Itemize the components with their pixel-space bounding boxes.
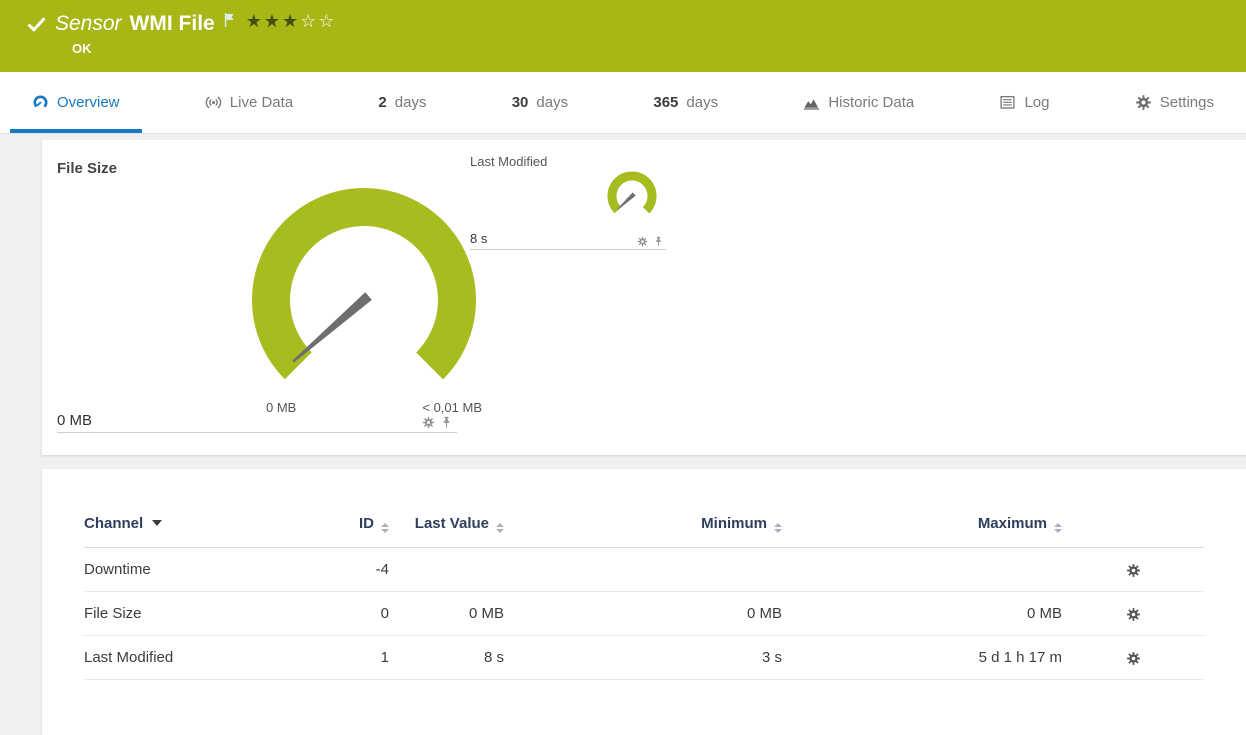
- last-modified-pin-icon[interactable]: [653, 236, 664, 247]
- sensor-kind-label: Sensor: [55, 12, 122, 35]
- column-header-channel[interactable]: Channel: [84, 509, 314, 548]
- column-header-last-value-label: Last Value: [414, 515, 489, 532]
- column-header-maximum-label: Maximum: [977, 515, 1047, 532]
- tab-historic-data-label: Historic Data: [828, 94, 915, 111]
- channel-settings-gear-icon[interactable]: [1126, 651, 1141, 666]
- last-modified-gauge-title: Last Modified: [470, 154, 548, 169]
- tab-365-days[interactable]: 365 days: [631, 72, 740, 133]
- tab-historic-data[interactable]: Historic Data: [781, 72, 936, 133]
- tab-2-days-label: days: [394, 94, 427, 111]
- column-header-minimum[interactable]: Minimum: [504, 509, 782, 548]
- tab-log[interactable]: Log: [977, 72, 1071, 133]
- channels-table-header-row: Channel ID Last Value Minimum Maximum: [84, 509, 1204, 548]
- column-header-id-label: ID: [359, 515, 374, 532]
- file-size-gauge-title: File Size: [57, 160, 118, 177]
- tab-bar: Overview Live Data 2 days 30 days 365 da…: [0, 72, 1246, 134]
- cell-minimum: 0 MB: [746, 605, 782, 622]
- file-size-settings-gear-icon[interactable]: [422, 416, 435, 429]
- file-size-current-value: 0 MB: [57, 412, 93, 429]
- sensor-title: WMI File: [129, 12, 215, 35]
- tab-settings[interactable]: Settings: [1113, 72, 1236, 133]
- live-data-broadcast-icon: [205, 96, 222, 109]
- status-ok-check-icon: [27, 12, 46, 32]
- cell-last-value: 0 MB: [468, 605, 504, 622]
- tab-log-label: Log: [1024, 94, 1050, 111]
- last-value-sort-icon: [496, 523, 504, 533]
- tab-365-days-number: 365: [653, 94, 679, 111]
- last-modified-gauge: Last Modified 8 s: [470, 154, 666, 250]
- cell-id: 0: [380, 605, 389, 622]
- sensor-header: Sensor WMI File ★★★☆☆ OK: [0, 0, 1246, 72]
- sensor-header-row: Sensor WMI File ★★★☆☆: [0, 0, 1246, 36]
- file-size-gauge-dial: [252, 188, 476, 412]
- stars-empty: ☆☆: [300, 10, 337, 31]
- table-row-file-size: File Size 0 0 MB 0 MB 0 MB: [84, 592, 1204, 636]
- cell-last-value: 8 s: [483, 649, 504, 666]
- stars-filled: ★★★: [245, 10, 301, 31]
- tab-30-days-label: days: [536, 94, 569, 111]
- cell-id: -4: [375, 561, 389, 578]
- minimum-sort-icon: [774, 523, 782, 533]
- column-header-maximum[interactable]: Maximum: [782, 509, 1062, 548]
- column-header-minimum-label: Minimum: [701, 515, 767, 532]
- table-row-last-modified: Last Modified 1 8 s 3 s 5 d 1 h 17 m: [84, 636, 1204, 680]
- cell-channel: Downtime: [84, 561, 151, 578]
- last-modified-settings-gear-icon[interactable]: [637, 236, 648, 247]
- column-header-id[interactable]: ID: [314, 509, 389, 548]
- cell-id: 1: [380, 649, 389, 666]
- column-header-actions: [1062, 509, 1204, 548]
- file-size-value-row: 0 MB: [57, 403, 457, 433]
- cell-minimum: [504, 548, 782, 592]
- tab-overview-label: Overview: [57, 94, 120, 111]
- cell-maximum: [782, 548, 1062, 592]
- cell-channel: File Size: [84, 605, 142, 622]
- tab-overview[interactable]: Overview: [10, 72, 142, 133]
- overview-gauge-icon: [33, 95, 48, 110]
- table-row-downtime: Downtime -4: [84, 548, 1204, 592]
- file-size-actions: [422, 416, 453, 429]
- maximum-sort-icon: [1054, 523, 1062, 533]
- column-header-last-value[interactable]: Last Value: [389, 509, 504, 548]
- historic-data-chart-icon: [804, 99, 820, 110]
- cell-last-value: [389, 548, 504, 592]
- main-content: File Size 0 MB < 0,01 MB 0 MB Last Modif…: [0, 134, 1246, 735]
- tab-live-data[interactable]: Live Data: [183, 72, 315, 133]
- tab-live-data-label: Live Data: [229, 94, 294, 111]
- cell-channel: Last Modified: [84, 649, 174, 666]
- gauges-panel: File Size 0 MB < 0,01 MB 0 MB Last Modif…: [42, 140, 1246, 455]
- last-modified-gauge-dial: [607, 171, 657, 221]
- channels-panel: Channel ID Last Value Minimum Maximum Do…: [42, 469, 1246, 735]
- tab-30-days[interactable]: 30 days: [490, 72, 590, 133]
- file-size-pin-icon[interactable]: [440, 416, 453, 429]
- sensor-status-badge: OK: [72, 41, 92, 56]
- tab-2-days-number: 2: [378, 94, 387, 111]
- channel-settings-gear-icon[interactable]: [1126, 607, 1141, 622]
- channel-sort-caret-icon: [152, 520, 163, 526]
- channel-settings-gear-icon[interactable]: [1126, 563, 1141, 578]
- channels-table: Channel ID Last Value Minimum Maximum Do…: [84, 509, 1204, 680]
- settings-gear-icon: [1135, 94, 1152, 111]
- tab-30-days-number: 30: [511, 94, 529, 111]
- last-modified-value-row: 8 s: [470, 224, 666, 250]
- log-list-icon: [1000, 95, 1016, 109]
- tab-2-days[interactable]: 2 days: [356, 72, 448, 133]
- priority-flag-icon[interactable]: [223, 12, 236, 28]
- last-modified-actions: [637, 236, 664, 247]
- tab-settings-label: Settings: [1159, 94, 1214, 111]
- tab-365-days-label: days: [686, 94, 719, 111]
- id-sort-icon: [381, 523, 389, 533]
- cell-maximum: 0 MB: [1026, 605, 1062, 622]
- last-modified-current-value: 8 s: [470, 231, 488, 246]
- cell-minimum: 3 s: [761, 649, 782, 666]
- cell-maximum: 5 d 1 h 17 m: [978, 649, 1062, 666]
- favorite-rating-stars[interactable]: ★★★☆☆: [246, 11, 337, 32]
- column-header-channel-label: Channel: [84, 515, 144, 532]
